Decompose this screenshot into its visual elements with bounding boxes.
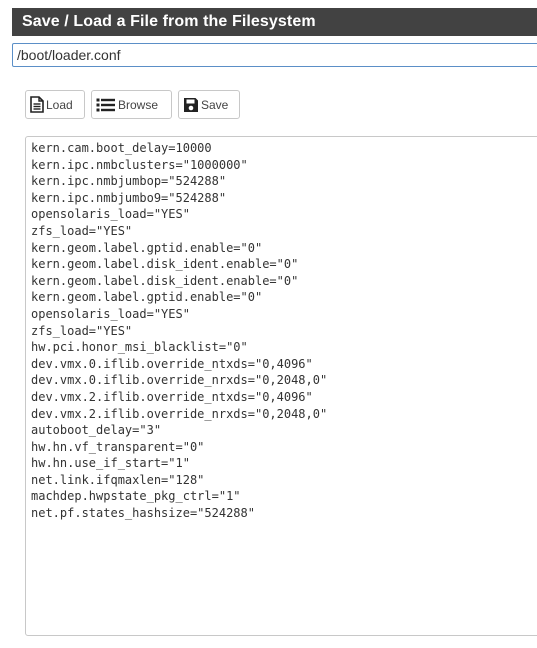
floppy-disk-icon: [183, 97, 199, 113]
file-path-input[interactable]: [12, 43, 537, 67]
editor-line: kern.cam.boot_delay=10000: [31, 141, 212, 155]
editor-line: hw.hn.vf_transparent="0": [31, 439, 205, 454]
editor-line: kern.ipc.nmbjumbo9="524288": [31, 190, 227, 205]
editor-line: autoboot_delay="3": [31, 423, 162, 438]
editor-line: machdep.hwpstate_pkg_ctrl="1": [31, 489, 241, 504]
editor-line: dev.vmx.0.iflib.override_ntxds="0,4096": [31, 356, 313, 371]
editor-line: hw.hn.use_if_start="1": [31, 456, 190, 471]
editor-line: kern.geom.label.gptid.enable="0": [31, 240, 263, 255]
load-button[interactable]: Load: [25, 90, 85, 119]
editor-line: opensolaris_load="YES": [31, 306, 190, 321]
browse-button[interactable]: Browse: [91, 90, 172, 119]
editor-line: zfs_load="YES": [31, 323, 133, 338]
save-button-label: Save: [201, 97, 229, 112]
editor-line: zfs_load="YES": [31, 223, 133, 238]
editor-line: kern.geom.label.disk_ident.enable="0": [31, 273, 299, 288]
editor-line: net.pf.states_hashsize="524288": [31, 506, 255, 521]
save-button[interactable]: Save: [178, 90, 240, 119]
editor-line: kern.geom.label.disk_ident.enable="0": [31, 257, 299, 272]
editor-line: dev.vmx.0.iflib.override_nrxds="0,2048,0…: [31, 373, 328, 388]
editor-line: opensolaris_load="YES": [31, 207, 190, 222]
editor-line: kern.ipc.nmbjumbop="524288": [31, 174, 227, 189]
load-button-label: Load: [46, 97, 73, 112]
editor-line: net.link.ifqmaxlen="128": [31, 472, 205, 487]
file-icon: [30, 96, 44, 113]
editor-line: dev.vmx.2.iflib.override_nrxds="0,2048,0…: [31, 406, 328, 421]
list-icon: [96, 97, 116, 113]
browse-button-label: Browse: [118, 97, 159, 112]
editor-line: hw.pci.honor_msi_blacklist="0": [31, 340, 248, 355]
editor-line: kern.geom.label.gptid.enable="0": [31, 290, 263, 305]
editor-line: dev.vmx.2.iflib.override_ntxds="0,4096": [31, 389, 313, 404]
file-content-editor[interactable]: kern.cam.boot_delay=10000 kern.ipc.nmbclu…: [25, 136, 537, 636]
editor-line: kern.ipc.nmbclusters="1000000": [31, 157, 248, 172]
panel-title: Save / Load a File from the Filesystem: [12, 8, 537, 36]
